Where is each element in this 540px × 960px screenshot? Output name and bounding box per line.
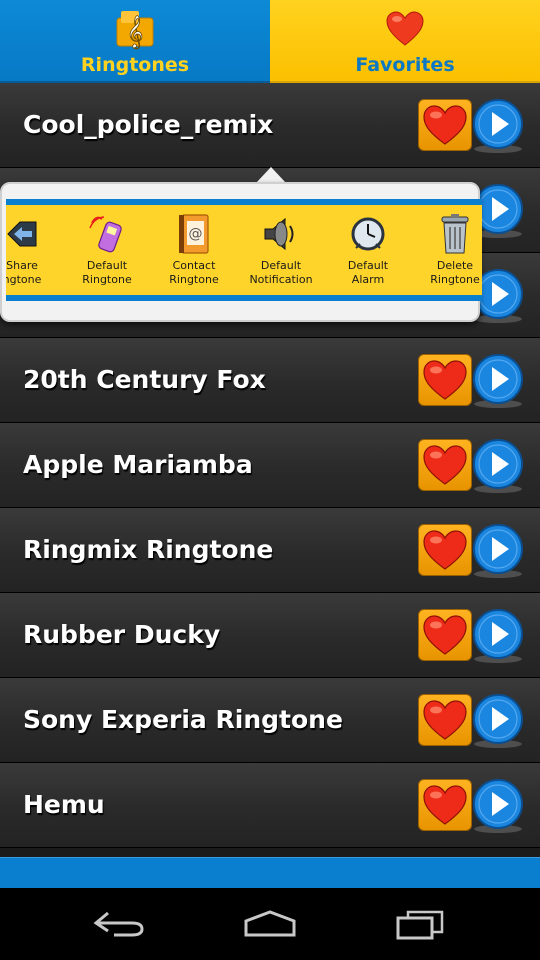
play-button[interactable] bbox=[472, 608, 524, 660]
play-button[interactable] bbox=[472, 778, 524, 830]
heart-icon bbox=[423, 615, 467, 655]
list-item[interactable]: Apple Mariamba bbox=[0, 423, 540, 508]
contact-ringtone-action[interactable]: @ Contact Ringtone bbox=[152, 213, 236, 287]
ringtone-title: 20th Century Fox bbox=[23, 365, 266, 394]
play-button[interactable] bbox=[472, 98, 524, 150]
list-item[interactable]: 20th Century Fox bbox=[0, 338, 540, 423]
delete-ringtone-action[interactable]: Delete Ringtone bbox=[413, 213, 482, 287]
play-button[interactable] bbox=[472, 438, 524, 490]
list-item[interactable]: Cool_police_remix bbox=[0, 83, 540, 168]
ringtone-title: Cool_police_remix bbox=[23, 110, 274, 139]
ringtone-title: Hemu bbox=[23, 790, 105, 819]
action-label: Default Alarm bbox=[347, 259, 389, 286]
quick-action-strip[interactable]: Share ngtone Default Ringtone @ Contact … bbox=[6, 199, 482, 301]
speaker-icon bbox=[259, 213, 303, 255]
list-item[interactable]: Sony Experia Ringtone bbox=[0, 678, 540, 763]
action-label: Delete Ringtone bbox=[430, 259, 480, 286]
heart-icon bbox=[384, 8, 426, 50]
svg-text:𝄞: 𝄞 bbox=[127, 15, 144, 49]
list-item[interactable]: Hemu bbox=[0, 763, 540, 848]
music-note-icon: 𝄞 bbox=[114, 8, 156, 50]
ringtone-title: Ringmix Ringtone bbox=[23, 535, 274, 564]
play-icon bbox=[473, 439, 523, 489]
favorite-button[interactable] bbox=[418, 439, 472, 491]
home-icon bbox=[244, 910, 296, 937]
default-alarm-action[interactable]: Default Alarm bbox=[326, 213, 410, 287]
action-label: Contact Ringtone bbox=[169, 259, 219, 286]
ringtone-title: Apple Mariamba bbox=[23, 450, 253, 479]
contact-book-icon: @ bbox=[172, 213, 216, 255]
bottom-bar bbox=[0, 857, 540, 888]
home-button[interactable] bbox=[230, 906, 310, 942]
favorite-button[interactable] bbox=[418, 524, 472, 576]
recents-icon bbox=[396, 910, 444, 940]
heart-icon bbox=[423, 445, 467, 485]
favorite-button[interactable] bbox=[418, 99, 472, 151]
heart-icon bbox=[423, 530, 467, 570]
clock-icon bbox=[346, 213, 390, 255]
list-item[interactable]: Rubber Ducky bbox=[0, 593, 540, 678]
play-icon bbox=[473, 694, 523, 744]
play-icon bbox=[473, 609, 523, 659]
default-notification-action[interactable]: Default Notification bbox=[239, 213, 323, 287]
favorite-button[interactable] bbox=[418, 694, 472, 746]
play-icon bbox=[473, 99, 523, 149]
popup-pointer bbox=[256, 167, 286, 183]
system-navigation-bar bbox=[0, 888, 540, 960]
play-button[interactable] bbox=[472, 693, 524, 745]
back-button[interactable] bbox=[80, 906, 160, 942]
tab-favorites-label: Favorites bbox=[355, 54, 455, 76]
list-item[interactable]: Ringmix Ringtone bbox=[0, 508, 540, 593]
phone-icon bbox=[85, 213, 129, 255]
play-button[interactable] bbox=[472, 523, 524, 575]
tab-ringtones[interactable]: 𝄞 Ringtones bbox=[0, 0, 270, 83]
trash-icon bbox=[433, 213, 477, 255]
action-label: Default Notification bbox=[249, 259, 313, 286]
play-button[interactable] bbox=[472, 353, 524, 405]
ringtone-title: Sony Experia Ringtone bbox=[23, 705, 343, 734]
action-label: Default Ringtone bbox=[82, 259, 132, 286]
tab-favorites[interactable]: Favorites bbox=[270, 0, 540, 83]
favorite-button[interactable] bbox=[418, 779, 472, 831]
play-icon bbox=[473, 524, 523, 574]
recents-button[interactable] bbox=[380, 906, 460, 942]
heart-icon bbox=[423, 360, 467, 400]
quick-action-popup: Share ngtone Default Ringtone @ Contact … bbox=[0, 182, 482, 322]
default-ringtone-action[interactable]: Default Ringtone bbox=[65, 213, 149, 287]
tab-ringtones-label: Ringtones bbox=[80, 54, 190, 76]
share-ringtone-action[interactable]: Share ngtone bbox=[6, 213, 64, 287]
ringtone-title: Rubber Ducky bbox=[23, 620, 221, 649]
heart-icon bbox=[423, 700, 467, 740]
svg-text:@: @ bbox=[189, 226, 203, 242]
play-icon bbox=[473, 779, 523, 829]
action-label: Share ngtone bbox=[6, 259, 42, 286]
favorite-button[interactable] bbox=[418, 609, 472, 661]
app-root: 𝄞 Ringtones Favorites Cool_police_remix bbox=[0, 0, 540, 960]
heart-icon bbox=[423, 785, 467, 825]
back-icon bbox=[93, 911, 144, 937]
play-icon bbox=[473, 354, 523, 404]
heart-icon bbox=[423, 105, 467, 145]
favorite-button[interactable] bbox=[418, 354, 472, 406]
tab-bar: 𝄞 Ringtones Favorites bbox=[0, 0, 540, 83]
share-icon bbox=[6, 213, 44, 255]
